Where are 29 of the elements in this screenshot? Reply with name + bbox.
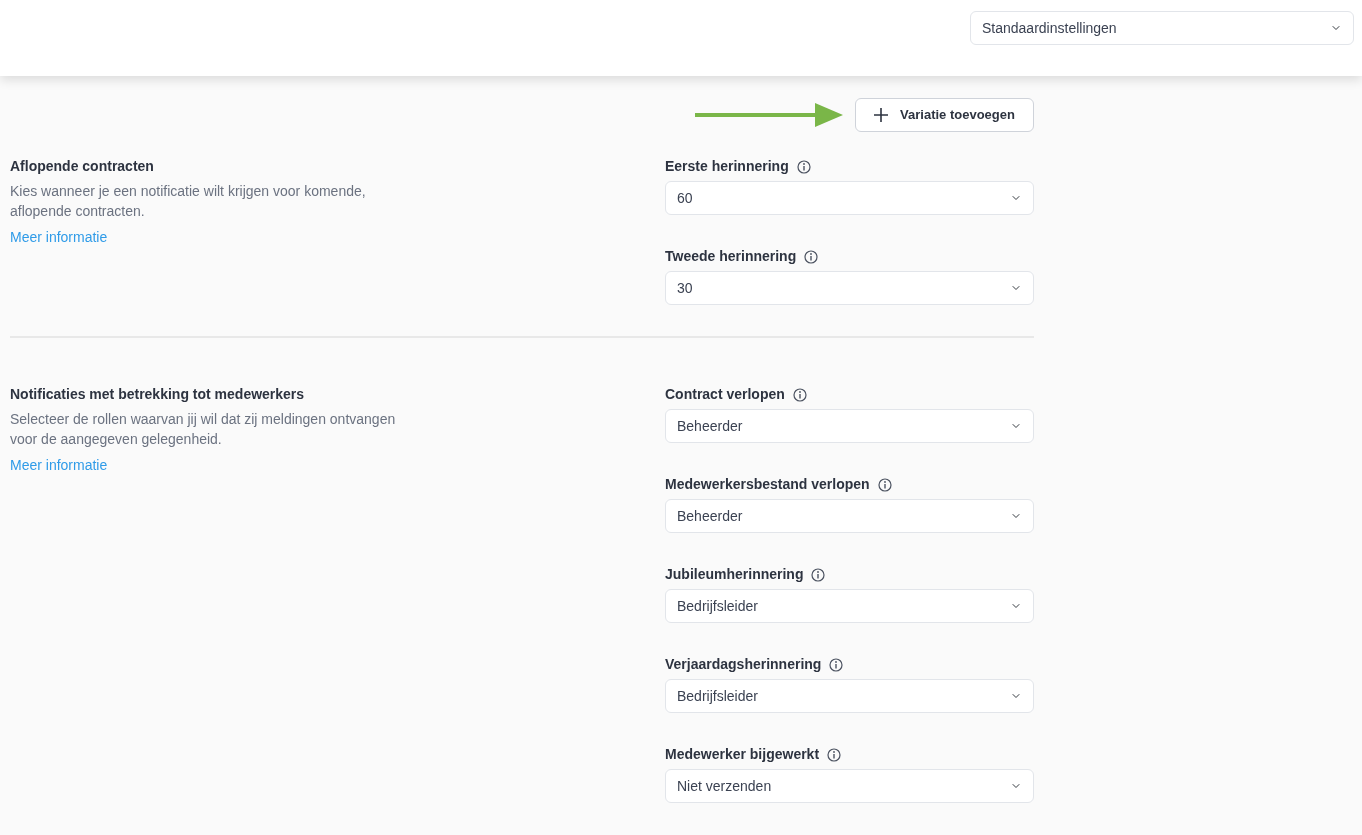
- plus-icon: [874, 108, 889, 122]
- field-label: Contract verlopen: [665, 385, 785, 404]
- preset-select[interactable]: Standaardinstellingen: [970, 11, 1354, 45]
- field-label: Tweede herinnering: [665, 247, 797, 266]
- arrow-icon: [695, 102, 843, 128]
- field-label: Verjaardagsherinnering: [665, 655, 822, 674]
- info-icon: [792, 387, 807, 402]
- option-select[interactable]: Beheerder: [665, 409, 1034, 443]
- info-icon: [796, 159, 811, 174]
- option-select[interactable]: Niet verzenden: [665, 769, 1034, 803]
- option-select[interactable]: Bedrijfsleider: [665, 589, 1034, 623]
- field-label: Medewerkersbestand verlopen: [665, 475, 870, 494]
- field-label: Eerste herinnering: [665, 157, 789, 176]
- option-select[interactable]: Beheerder: [665, 499, 1034, 533]
- field-label: Jubileumherinnering: [665, 565, 804, 584]
- add-variation-button[interactable]: Variatie toevoegen: [855, 98, 1034, 132]
- info-icon: [827, 747, 842, 762]
- section-title: Aflopende contracten: [10, 157, 155, 176]
- info-icon: [877, 477, 892, 492]
- field-label: Medewerker bijgewerkt: [665, 745, 820, 764]
- info-icon: [811, 567, 826, 582]
- section-description: Kies wanneer je een notificatie wilt krijgen voor komende, aflopende contracten.: [10, 182, 367, 221]
- info-icon: [829, 657, 844, 672]
- option-select[interactable]: Bedrijfsleider: [665, 679, 1034, 713]
- section-description: Selecteer de rollen waarvan jij wil dat zij meldingen ontvangen voor de aangegeven gelegenheid.: [10, 410, 397, 449]
- section-title: Notificaties met betrekking tot medewerkers: [10, 385, 306, 404]
- option-select[interactable]: 30: [665, 271, 1034, 305]
- info-icon: [804, 249, 819, 264]
- option-select[interactable]: 60: [665, 181, 1034, 215]
